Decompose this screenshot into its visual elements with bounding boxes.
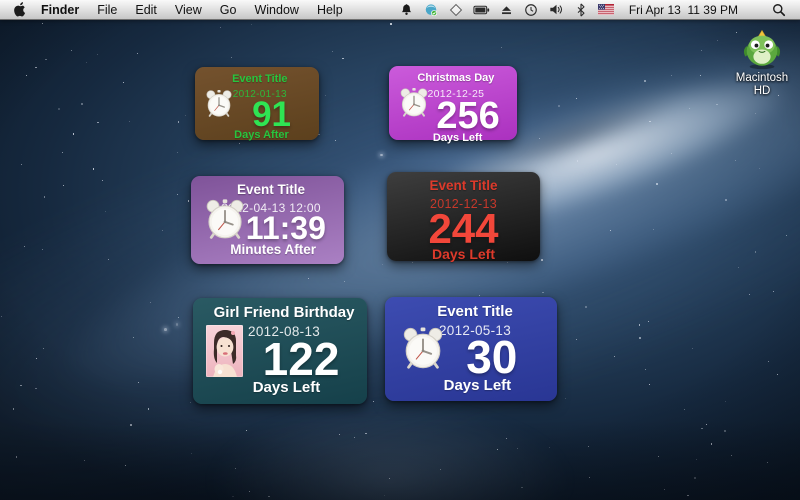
widget-title: Christmas Day	[395, 72, 511, 85]
clock-icon[interactable]	[523, 1, 540, 19]
menu-finder[interactable]: Finder	[32, 0, 88, 19]
widget-unit: Days Left	[395, 132, 511, 144]
countdown-widget[interactable]: Event Title 2012-12-13 244 Days Left	[387, 172, 540, 261]
eject-icon[interactable]	[498, 1, 515, 19]
hd-creature-icon	[741, 28, 783, 70]
desktop: Finder File Edit View Go Window Help	[0, 0, 800, 500]
widget-unit: Days Left	[391, 377, 551, 394]
menu-clock[interactable]: Fri Apr 13 11 39 PM	[629, 3, 738, 17]
countdown-widget[interactable]: Event Title 2012-01-13 91 Days After	[195, 67, 319, 140]
bell-icon[interactable]	[398, 1, 415, 19]
hd-icon-label: Macintosh HD	[722, 72, 800, 98]
widget-unit: Days Left	[393, 246, 534, 262]
us-flag-icon[interactable]	[598, 1, 615, 19]
alarm-clock-icon	[400, 324, 446, 374]
bluetooth-icon[interactable]	[573, 1, 590, 19]
alarm-clock-icon	[398, 86, 430, 121]
menu-bar: Finder File Edit View Go Window Help	[0, 0, 800, 20]
menu-edit[interactable]: Edit	[126, 0, 166, 19]
apple-menu-icon[interactable]	[10, 0, 32, 19]
widget-value: 244	[393, 211, 534, 247]
desktop-icon-macintosh-hd[interactable]: Macintosh HD	[722, 28, 800, 98]
diamond-icon[interactable]	[448, 1, 465, 19]
countdown-widget[interactable]: Event Title 2012-04-13 12:00 11:39 Minut…	[191, 176, 344, 264]
spotlight-icon[interactable]	[772, 3, 786, 17]
menu-file[interactable]: File	[88, 0, 126, 19]
alarm-clock-icon	[204, 87, 234, 120]
girl-photo	[206, 325, 243, 377]
menu-bar-status-area: Fri Apr 13 11 39 PM	[398, 1, 790, 19]
countdown-widget[interactable]: Christmas Day 2012-12-25 256 Days Left	[389, 66, 517, 140]
battery-icon[interactable]	[473, 1, 490, 19]
menu-window[interactable]: Window	[245, 0, 307, 19]
widget-date: 2012-12-13	[393, 197, 534, 211]
menu-view[interactable]: View	[166, 0, 211, 19]
volume-icon[interactable]	[548, 1, 565, 19]
widget-title: Event Title	[201, 73, 313, 86]
alarm-clock-icon	[203, 196, 247, 244]
countdown-widget[interactable]: Event Title 2012-05-13 30 Days Left	[385, 297, 557, 401]
green-app-icon[interactable]	[423, 1, 440, 19]
widget-title: Girl Friend Birthday	[199, 304, 361, 321]
menu-go[interactable]: Go	[211, 0, 246, 19]
menu-help[interactable]: Help	[308, 0, 352, 19]
widget-title: Event Title	[393, 178, 534, 194]
countdown-widget[interactable]: Girl Friend Birthday 2012-08-13 122 Days…	[193, 298, 367, 404]
widget-title: Event Title	[391, 303, 551, 320]
widget-unit: Days After	[201, 129, 313, 141]
widget-unit: Days Left	[199, 379, 361, 396]
